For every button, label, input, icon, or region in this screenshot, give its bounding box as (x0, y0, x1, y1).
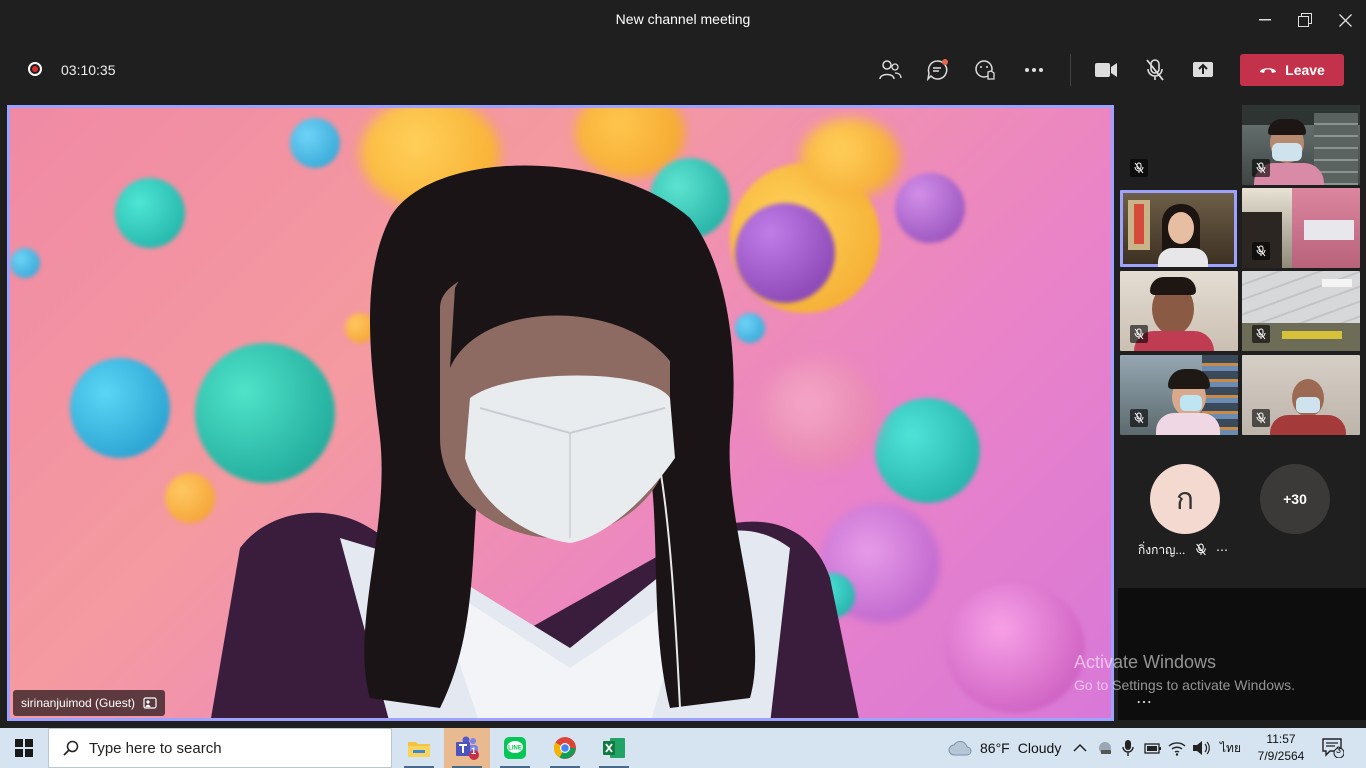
excel-icon (603, 738, 625, 758)
reactions-button[interactable] (970, 54, 1002, 86)
taskbar-search-box[interactable]: Type here to search (48, 728, 392, 768)
muted-mic-icon (1130, 325, 1148, 343)
activation-watermark-text: Go to Settings to activate Windows. (1074, 677, 1295, 693)
taskbar-clock[interactable]: 11:57 7/9/2564 (1256, 731, 1306, 765)
toolbar-divider (1070, 54, 1071, 86)
folder-icon (408, 742, 430, 757)
windows-logo-icon (15, 739, 33, 757)
speaker-icon (1193, 741, 1210, 755)
minimize-button[interactable] (1245, 0, 1285, 40)
muted-mic-icon (1252, 159, 1270, 177)
show-hidden-icons-button[interactable] (1073, 728, 1087, 768)
panel-more-button[interactable]: ⋯ (1136, 692, 1152, 712)
participant-tile[interactable] (1120, 105, 1238, 185)
mic-off-icon (1146, 59, 1164, 81)
clock-date: 7/9/2564 (1257, 749, 1305, 763)
recording-indicator-icon (28, 62, 42, 76)
restore-button[interactable] (1285, 0, 1325, 40)
microphone-icon (1122, 740, 1134, 756)
mute-button[interactable] (1139, 54, 1171, 86)
participant-name: sirinanjuimod (Guest) (21, 696, 136, 710)
participant-tile[interactable] (1242, 188, 1360, 268)
participant-tile-active[interactable] (1120, 190, 1237, 267)
chat-icon (926, 59, 948, 81)
tray-mic-button[interactable] (1121, 728, 1135, 768)
muted-mic-icon (1252, 409, 1270, 427)
meeting-timer: 03:10:35 (61, 62, 116, 78)
chat-button[interactable] (922, 54, 954, 86)
participant-tile[interactable] (1242, 105, 1360, 185)
restore-icon (1298, 13, 1312, 27)
muted-mic-icon (1252, 325, 1270, 343)
participant-tile[interactable] (1242, 355, 1360, 435)
more-icon (1025, 68, 1043, 72)
muted-mic-icon (1252, 242, 1270, 260)
share-button[interactable] (1187, 54, 1219, 86)
taskbar-chrome[interactable] (542, 728, 588, 768)
teams-icon (456, 736, 479, 760)
line-app-icon: LINE (504, 737, 526, 759)
share-screen-icon (1193, 62, 1213, 77)
guest-icon (143, 697, 157, 709)
notification-count: 3 (1336, 745, 1342, 755)
weather-temperature: 86°F (980, 740, 1010, 756)
chevron-up-icon (1073, 743, 1087, 752)
avatar-more-options[interactable]: ⋯ (1216, 543, 1228, 557)
window-title: New channel meeting (615, 11, 751, 27)
avatar-name: กิ่งกาญ... (1138, 543, 1186, 557)
participant-avatar[interactable]: ก (1150, 464, 1220, 534)
participant-tile[interactable] (1120, 355, 1238, 435)
tray-battery-button[interactable] (1144, 728, 1162, 768)
muted-mic-icon (1130, 159, 1148, 177)
input-language-button[interactable]: ไทย (1220, 728, 1241, 768)
weather-widget[interactable]: 86°F Cloudy (948, 728, 1061, 768)
leave-label: Leave (1285, 62, 1325, 78)
participant-tile[interactable] (1242, 271, 1360, 351)
svg-text:LINE: LINE (508, 746, 522, 752)
tray-volume-button[interactable] (1192, 728, 1210, 768)
taskbar-teams[interactable]: 1 (444, 728, 490, 768)
participants-button[interactable] (874, 54, 906, 86)
wifi-icon (1168, 742, 1186, 756)
notification-center-button[interactable]: 3 (1322, 728, 1344, 768)
leave-button[interactable]: Leave (1240, 54, 1344, 86)
avatar-name-row: กิ่งกาญ... ⋯ (1138, 541, 1228, 560)
windows-taskbar: Type here to search 1 LINE 86°F Cloudy ไ… (0, 728, 1366, 768)
participant-name-chip: sirinanjuimod (Guest) (13, 690, 166, 716)
camera-icon (1095, 63, 1117, 77)
title-bar: New channel meeting (0, 0, 1366, 40)
participant-tile[interactable] (1120, 271, 1238, 351)
tray-wifi-button[interactable] (1168, 728, 1186, 768)
cloud-icon (948, 740, 972, 756)
search-icon (63, 740, 79, 756)
taskbar-file-explorer[interactable] (396, 728, 442, 768)
close-button[interactable] (1325, 0, 1365, 40)
search-placeholder: Type here to search (89, 739, 222, 757)
taskbar-excel[interactable] (591, 728, 637, 768)
taskbar-line[interactable]: LINE (492, 728, 538, 768)
network-drive-icon (1099, 742, 1111, 754)
hang-up-icon (1260, 68, 1277, 73)
reactions-icon (975, 60, 995, 80)
meeting-toolbar: 03:10:35 Leave (0, 40, 1366, 100)
start-button[interactable] (0, 728, 48, 768)
teams-badge-count: 1 (471, 746, 477, 756)
battery-icon (1144, 743, 1161, 754)
more-actions-button[interactable] (1018, 54, 1050, 86)
participant-figure (211, 165, 859, 718)
more-participants-button[interactable]: +30 (1260, 464, 1330, 534)
main-video[interactable]: sirinanjuimod (Guest) (7, 105, 1114, 721)
chrome-icon (554, 737, 576, 759)
muted-mic-icon (1130, 409, 1148, 427)
weather-condition: Cloudy (1017, 740, 1062, 756)
close-icon (1338, 13, 1352, 27)
tray-app-button[interactable] (1097, 728, 1113, 768)
clock-time: 11:57 (1266, 732, 1296, 746)
activation-watermark-title: Activate Windows (1074, 652, 1217, 672)
minimize-icon (1259, 19, 1271, 21)
participants-icon (879, 60, 902, 80)
camera-button[interactable] (1090, 54, 1122, 86)
muted-mic-icon (1195, 543, 1206, 556)
